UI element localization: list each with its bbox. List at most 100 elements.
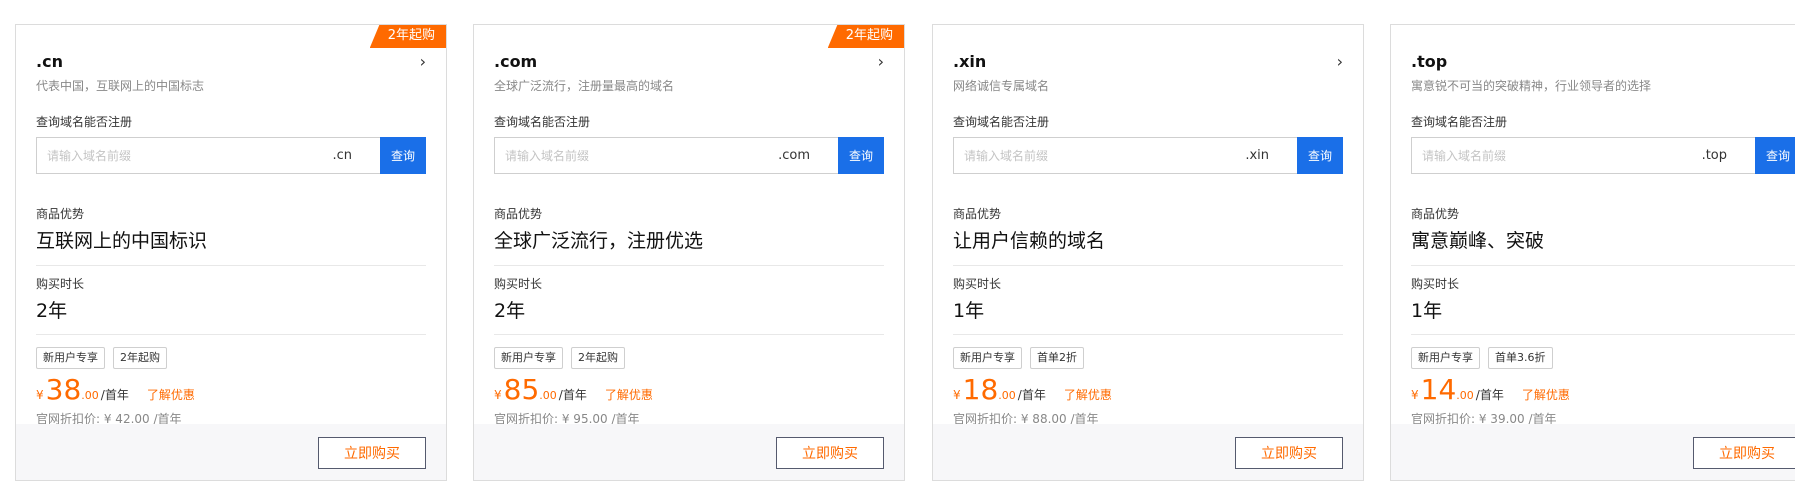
duration-label: 购买时长	[953, 277, 1002, 291]
currency-symbol: ¥	[1411, 388, 1419, 402]
advantage-text: 互联网上的中国标识	[36, 230, 208, 252]
duration-value: 1年	[953, 300, 985, 322]
domain-search-box: .cn 查询	[36, 137, 426, 174]
currency-symbol: ¥	[494, 388, 502, 402]
buy-now-button[interactable]: 立即购买	[318, 437, 426, 469]
tld-name: .cn	[36, 52, 63, 71]
domain-search-input[interactable]	[495, 138, 779, 173]
divider	[494, 334, 884, 335]
tld-name: .top	[1411, 52, 1448, 71]
card-footer: 立即购买	[16, 424, 446, 480]
domain-search-box: .xin 查询	[953, 137, 1343, 174]
search-button[interactable]: 查询	[1755, 137, 1795, 174]
promo-tag: 2年起购	[113, 347, 167, 369]
duration-value: 1年	[1411, 300, 1443, 322]
promo-tag: 新用户专享	[953, 347, 1022, 369]
currency-symbol: ¥	[953, 388, 961, 402]
advantage-text: 全球广泛流行，注册优选	[494, 230, 704, 252]
duration-label: 购买时长	[494, 277, 543, 291]
price-integer: 18	[962, 373, 999, 406]
domain-card-cn: 2年起购 .cn › 代表中国，互联网上的中国标志 查询域名能否注册 .cn 查…	[15, 24, 447, 481]
divider	[1411, 334, 1795, 335]
advantage-label: 商品优势	[953, 207, 1002, 221]
price-row: ¥14.00/首年 了解优惠	[1411, 374, 1570, 406]
price-unit: /首年	[1017, 388, 1046, 402]
divider	[494, 265, 884, 266]
domain-search-box: .com 查询	[494, 137, 884, 174]
query-label: 查询域名能否注册	[1411, 115, 1508, 129]
card-footer: 立即购买	[933, 424, 1363, 480]
price-unit: /首年	[1475, 388, 1504, 402]
divider	[953, 334, 1343, 335]
min-purchase-badge: 2年起购	[827, 25, 904, 48]
promo-tag: 新用户专享	[36, 347, 105, 369]
price-row: ¥38.00/首年 了解优惠	[36, 374, 195, 406]
tag-list: 新用户专享 首单3.6折	[1411, 347, 1553, 369]
tld-header[interactable]: .top ›	[1411, 51, 1795, 73]
domain-card-top: .top › 寓意锐不可当的突破精神，行业领导者的选择 查询域名能否注册 .to…	[1390, 24, 1795, 481]
promo-tag: 新用户专享	[1411, 347, 1480, 369]
duration-label: 购买时长	[1411, 277, 1460, 291]
domain-card-list: 2年起购 .cn › 代表中国，互联网上的中国标志 查询域名能否注册 .cn 查…	[0, 0, 1795, 502]
duration-value: 2年	[494, 300, 526, 322]
advantage-label: 商品优势	[1411, 207, 1460, 221]
advantage-text: 寓意巅峰、突破	[1411, 230, 1545, 252]
chevron-right-icon[interactable]: ›	[1337, 52, 1343, 72]
promo-tag: 新用户专享	[494, 347, 563, 369]
promo-tag: 2年起购	[571, 347, 625, 369]
advantage-text: 让用户信赖的域名	[953, 230, 1106, 252]
chevron-right-icon[interactable]: ›	[878, 52, 884, 72]
min-purchase-badge: 2年起购	[369, 25, 446, 48]
price-unit: /首年	[100, 388, 129, 402]
domain-search-input[interactable]	[954, 138, 1246, 173]
search-button[interactable]: 查询	[838, 137, 884, 174]
domain-card-xin: .xin › 网络诚信专属域名 查询域名能否注册 .xin 查询 商品优势 让用…	[932, 24, 1364, 481]
domain-card-com: 2年起购 .com › 全球广泛流行，注册量最高的域名 查询域名能否注册 .co…	[473, 24, 905, 481]
tag-list: 新用户专享 2年起购	[36, 347, 167, 369]
price-unit: /首年	[558, 388, 587, 402]
promo-tag: 首单3.6折	[1488, 347, 1553, 369]
promo-link[interactable]: 了解优惠	[605, 386, 653, 403]
domain-search-input[interactable]	[1412, 138, 1702, 173]
price-decimal: .00	[81, 389, 99, 402]
tld-header[interactable]: .cn ›	[36, 51, 426, 73]
buy-now-button[interactable]: 立即购买	[776, 437, 884, 469]
chevron-right-icon[interactable]: ›	[420, 52, 426, 72]
tld-header[interactable]: .xin ›	[953, 51, 1343, 73]
domain-search-input[interactable]	[37, 138, 333, 173]
query-label: 查询域名能否注册	[953, 115, 1050, 129]
promo-tag: 首单2折	[1030, 347, 1084, 369]
search-button[interactable]: 查询	[1297, 137, 1343, 174]
card-footer: 立即购买	[474, 424, 904, 480]
tld-name: .com	[494, 52, 538, 71]
query-label: 查询域名能否注册	[36, 115, 133, 129]
advantage-label: 商品优势	[494, 207, 543, 221]
card-footer: 立即购买	[1391, 424, 1795, 480]
tld-name: .xin	[953, 52, 987, 71]
tld-suffix: .com	[778, 148, 810, 163]
price-decimal: .00	[1456, 389, 1474, 402]
duration-value: 2年	[36, 300, 68, 322]
tag-list: 新用户专享 2年起购	[494, 347, 625, 369]
promo-link[interactable]: 了解优惠	[1064, 386, 1112, 403]
tld-header[interactable]: .com ›	[494, 51, 884, 73]
price-row: ¥18.00/首年 了解优惠	[953, 374, 1112, 406]
currency-symbol: ¥	[36, 388, 44, 402]
divider	[953, 265, 1343, 266]
price-row: ¥85.00/首年 了解优惠	[494, 374, 653, 406]
tld-suffix: .xin	[1245, 148, 1269, 163]
divider	[36, 265, 426, 266]
duration-label: 购买时长	[36, 277, 85, 291]
buy-now-button[interactable]: 立即购买	[1693, 437, 1795, 469]
promo-link[interactable]: 了解优惠	[1522, 386, 1570, 403]
buy-now-button[interactable]: 立即购买	[1235, 437, 1343, 469]
search-button[interactable]: 查询	[380, 137, 426, 174]
tld-description: 寓意锐不可当的突破精神，行业领导者的选择	[1411, 79, 1652, 93]
price-integer: 38	[45, 373, 82, 406]
promo-link[interactable]: 了解优惠	[147, 386, 195, 403]
tld-suffix: .top	[1701, 148, 1727, 163]
tag-list: 新用户专享 首单2折	[953, 347, 1084, 369]
price-decimal: .00	[998, 389, 1016, 402]
price-decimal: .00	[539, 389, 557, 402]
divider	[36, 334, 426, 335]
